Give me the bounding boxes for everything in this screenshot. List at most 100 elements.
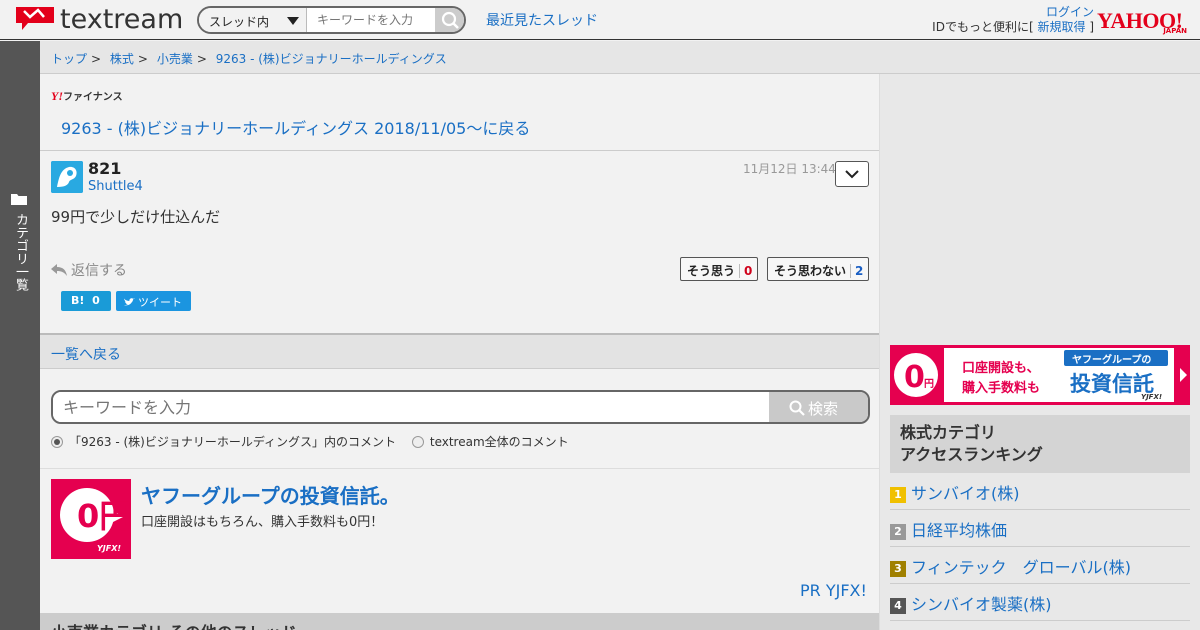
yahoo-finance-logo[interactable]: Y!ファイナンス (51, 88, 123, 104)
zero-yen-badge-icon: 0 円 (894, 353, 938, 397)
breadcrumb-separator: > (137, 52, 148, 66)
ranking-item-name[interactable]: フィンテック グローバル(株) (911, 558, 1131, 577)
ranking-item-name[interactable]: 日経平均株価 (911, 521, 1007, 540)
textream-logo[interactable]: textream (14, 4, 184, 36)
back-to-thread-link[interactable]: 9263 - (株)ビジョナリーホールディングス 2018/11/05〜に戻る (61, 115, 530, 139)
search-option-thread-label: 「9263 - (株)ビジョナリーホールディングス」内のコメント (69, 435, 397, 449)
rank-badge: 2 (890, 524, 906, 540)
category-side-tab[interactable]: カテゴリ一覧 (0, 41, 40, 630)
disagree-label: そう思わない (774, 264, 847, 278)
ranking-item[interactable]: 2 日経平均株価 (890, 510, 1190, 547)
divider (40, 150, 879, 151)
logo-text: textream (60, 4, 184, 35)
breadcrumb-thread[interactable]: 9263 - (株)ビジョナリーホールディングス (216, 52, 447, 66)
header-search-input[interactable] (307, 8, 435, 32)
rank-badge: 3 (890, 561, 906, 577)
category-list-label: カテゴリ一覧 (13, 213, 28, 291)
yahoo-japan-logo[interactable]: YAHOO! JAPAN (1097, 8, 1189, 36)
back-to-list-bar: 一覧へ戻る (40, 335, 879, 369)
ranking-title-1: 株式カテゴリ (900, 423, 997, 442)
post-number: 821 (88, 159, 122, 178)
disagree-button[interactable]: そう思わない 2 (767, 257, 870, 281)
post-body: 99円で少しだけ仕込んだ (51, 208, 221, 226)
search-option-thread[interactable]: 「9263 - (株)ビジョナリーホールディングス」内のコメント (51, 435, 396, 449)
ranking-item[interactable]: 3 フィンテック グローバル(株) (890, 547, 1190, 584)
breadcrumb-stocks[interactable]: 株式 (110, 52, 134, 66)
comment-search: 検索 (51, 390, 870, 424)
hatena-bookmark-button[interactable]: B! 0 (61, 291, 111, 311)
tweet-label: ツイート (138, 296, 182, 309)
reply-label: 返信する (71, 263, 127, 279)
search-button-label: 検索 (808, 400, 839, 418)
ad-image[interactable]: 0円 YJFX! (51, 479, 131, 559)
twitter-bird-icon (124, 298, 135, 306)
chevron-down-icon (287, 17, 299, 25)
yahoo-japan-text: JAPAN (1163, 27, 1187, 35)
yahoo-finance-y: Y! (51, 89, 63, 103)
zero-yen-ad-graphic: 0円 YJFX! (51, 479, 131, 559)
other-threads-heading: 小売業カテゴリ その他のスレッド (40, 613, 879, 630)
folder-icon (11, 194, 27, 205)
agree-count: 0 (739, 264, 752, 278)
ad-image-zero: 0円 (77, 497, 131, 535)
banner-line2: 購入手数料も (962, 381, 1041, 396)
ad-title[interactable]: ヤフーグループの投資信託。 (141, 480, 400, 509)
ad-description: 口座開設はもちろん、購入手数料も0円！ (141, 515, 384, 530)
login-area: ログイン IDでもっと便利に[ 新規取得 ] (932, 5, 1094, 35)
investment-trust-banner[interactable]: 0 円 口座開設も、 購入手数料も ヤフーグループの 投資信託 YJFX! (890, 345, 1190, 405)
radio-selected[interactable] (51, 436, 63, 448)
back-to-list-link[interactable]: 一覧へ戻る (51, 347, 121, 363)
radio-unselected[interactable] (411, 436, 424, 448)
comment-search-button[interactable]: 検索 (769, 392, 868, 422)
search-scope-value: スレッド内 (209, 15, 270, 29)
post-username[interactable]: Shuttle4 (88, 179, 143, 194)
right-sidebar: 0 円 口座開設も、 購入手数料も ヤフーグループの 投資信託 YJFX! 株式… (880, 74, 1200, 630)
banner-brand: YJFX! (1141, 393, 1163, 401)
agree-label: そう思う (687, 264, 736, 278)
chevron-right-icon (1180, 368, 1187, 382)
post-timestamp: 11月12日 13:44 (743, 162, 836, 176)
ad-pr-link[interactable]: PR YJFX! (800, 581, 867, 600)
avatar[interactable] (51, 161, 83, 193)
agree-button[interactable]: そう思う 0 (680, 257, 759, 281)
ranking-item-name[interactable]: サンバイオ(株) (911, 484, 1020, 503)
search-scope-select[interactable]: スレッド内 (199, 8, 307, 32)
hatena-label: B! (71, 294, 85, 307)
banner-zero: 0 (904, 360, 925, 395)
search-option-all[interactable]: textream全体のコメント (411, 435, 569, 449)
ranking-item[interactable]: 4 シンバイオ製薬(株) (890, 584, 1190, 621)
ranking-title-2: アクセスランキング (900, 445, 1043, 464)
breadcrumb-retail[interactable]: 小売業 (157, 52, 193, 66)
search-option-all-label: textream全体のコメント (429, 435, 569, 449)
reply-button[interactable]: 返信する (51, 260, 127, 280)
reply-arrow-icon (51, 264, 67, 276)
breadcrumb: トップ > 株式 > 小売業 > 9263 - (株)ビジョナリーホールディングス (40, 41, 1200, 74)
ranking-heading: 株式カテゴリ アクセスランキング (890, 415, 1190, 473)
speech-bubble-logo-icon (16, 7, 54, 30)
site-header: textream スレッド内 最近見たスレッド ログイン IDでもっと便利に[ … (0, 0, 1200, 40)
breadcrumb-separator: > (91, 52, 102, 66)
header-search-button[interactable] (435, 8, 464, 32)
ad-image-brand: YJFX! (97, 544, 121, 553)
id-prompt-close: ] (1089, 20, 1094, 34)
tweet-button[interactable]: ツイート (116, 291, 191, 311)
yahoo-finance-label: ファイナンス (63, 92, 123, 103)
divider (40, 468, 879, 469)
banner-yen: 円 (924, 378, 934, 390)
login-link[interactable]: ログイン (1046, 5, 1094, 19)
user-avatar-icon (51, 161, 83, 193)
hatena-count: 0 (92, 294, 100, 307)
post-menu-button[interactable] (835, 161, 869, 187)
comment-search-input[interactable] (53, 392, 769, 422)
id-prompt-text: IDでもっと便利に[ (932, 20, 1034, 34)
ranking-item[interactable]: 1 サンバイオ(株) (890, 473, 1190, 510)
banner-tag: ヤフーグループの (1064, 350, 1168, 366)
breadcrumb-separator: > (196, 52, 207, 66)
disagree-count: 2 (850, 264, 863, 278)
ranking-item-name[interactable]: シンバイオ製薬(株) (911, 595, 1052, 614)
register-link[interactable]: 新規取得 (1037, 20, 1085, 34)
breadcrumb-top[interactable]: トップ (51, 52, 87, 66)
recent-threads-link[interactable]: 最近見たスレッド (486, 10, 598, 30)
search-scope-options: 「9263 - (株)ビジョナリーホールディングス」内のコメント textrea… (51, 433, 569, 450)
chevron-down-icon (845, 170, 859, 179)
